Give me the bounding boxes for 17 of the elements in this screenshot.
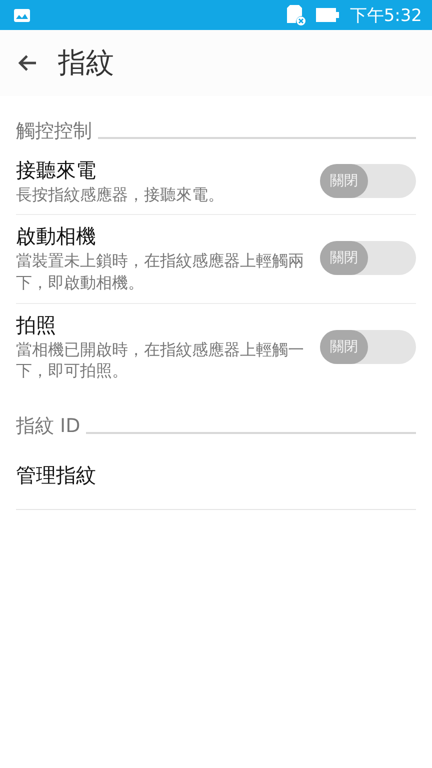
setting-title: 拍照 [16,312,57,339]
image-icon [14,8,30,22]
battery-icon [316,7,340,23]
setting-title: 接聽來電 [16,156,97,184]
setting-description: 當相機已開啟時，在指紋感應器上輕觸一下，即可拍照。 [16,338,305,382]
page-title: 指紋 [58,45,114,81]
setting-description: 長按指紋感應器，接聽來電。 [16,184,225,206]
menu-item[interactable]: 管理指紋 [16,462,96,489]
toggle-switch[interactable]: 關閉 [320,164,416,198]
setting-title: 啟動相機 [16,223,97,250]
sd-card-error-icon [286,4,306,26]
section-header: 觸控控制 [16,120,92,143]
toggle-switch[interactable]: 關閉 [320,330,416,364]
toggle-switch[interactable]: 關閉 [320,241,416,276]
section-header: 指紋 ID [16,414,80,438]
status-time: 下午5:32 [350,4,422,26]
setting-description: 當裝置未上鎖時，在指紋感應器上輕觸兩下，即啟動相機。 [16,250,305,294]
